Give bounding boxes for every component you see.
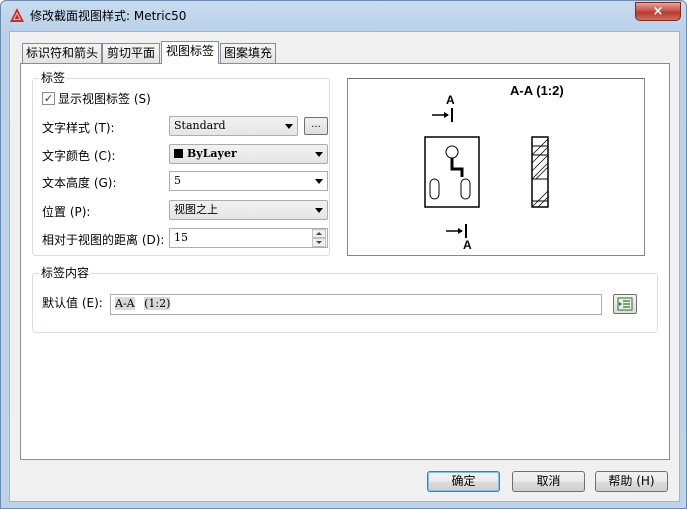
- label-group: 标签 ✓ 显示视图标签 (S) 文字样式 (T): Standard ... 文…: [32, 71, 330, 256]
- position-dropdown[interactable]: 视图之上: [169, 200, 328, 220]
- help-button[interactable]: 帮助 (H): [595, 471, 668, 492]
- window-title: 修改截面视图样式: Metric50: [30, 9, 187, 23]
- text-style-browse-button[interactable]: ...: [304, 117, 328, 135]
- part-section-view: [531, 136, 549, 208]
- tab-identifiers-arrows[interactable]: 标识符和箭头: [22, 43, 102, 63]
- chevron-down-icon: [315, 179, 323, 184]
- position-label: 位置 (P):: [42, 205, 91, 219]
- arrow-right-icon: [432, 108, 453, 122]
- chevron-down-icon: [285, 124, 293, 129]
- part-front-view: [424, 136, 480, 208]
- close-button[interactable]: ×: [635, 2, 681, 21]
- text-style-label: 文字样式 (T):: [42, 121, 115, 135]
- spin-up-button[interactable]: [312, 229, 326, 238]
- color-swatch: [174, 149, 183, 158]
- text-color-dropdown[interactable]: ByLayer: [169, 144, 328, 164]
- dialog-client: 标识符和箭头 剪切平面 视图标签 图案填充 标签 ✓ 显示视图标签 (S) 文字…: [9, 31, 680, 502]
- default-value-field[interactable]: A-A (1:2): [110, 294, 602, 315]
- default-value-part2: (1:2): [144, 297, 171, 310]
- text-height-label: 文本高度 (G):: [42, 176, 117, 190]
- insert-field-icon: [617, 297, 633, 311]
- preview-view-title: A-A (1:2): [510, 83, 564, 98]
- dialog-window: 修改截面视图样式: Metric50 × 标识符和箭头 剪切平面 视图标签 图案…: [0, 0, 687, 509]
- arrow-right-icon: [446, 224, 467, 238]
- text-style-dropdown[interactable]: Standard: [169, 116, 298, 136]
- chevron-down-icon: [315, 152, 323, 157]
- spin-down-button[interactable]: [312, 238, 326, 247]
- distance-input[interactable]: 15: [169, 228, 328, 248]
- default-value-label: 默认值 (E):: [42, 296, 103, 310]
- label-group-title: 标签: [39, 71, 68, 85]
- preview-marker-top: A: [446, 93, 455, 107]
- distance-label: 相对于视图的距离 (D):: [42, 233, 165, 247]
- section-preview-drawing: A-A (1:2) A A: [424, 83, 564, 252]
- preview-panel: A-A (1:2) A A: [347, 78, 645, 256]
- text-color-label: 文字颜色 (C):: [42, 149, 116, 163]
- insert-field-button[interactable]: [613, 294, 637, 314]
- label-content-group-title: 标签内容: [39, 266, 92, 280]
- text-style-value: Standard: [174, 119, 226, 132]
- show-view-label-checkbox[interactable]: ✓: [42, 92, 55, 105]
- cancel-button[interactable]: 取消: [512, 471, 585, 492]
- label-content-group: 标签内容 默认值 (E): A-A (1:2): [32, 266, 658, 333]
- tab-cutting-plane[interactable]: 剪切平面: [102, 43, 160, 63]
- title-bar[interactable]: 修改截面视图样式: Metric50 ×: [1, 1, 686, 29]
- autocad-logo-icon: [10, 8, 24, 22]
- distance-value: 15: [174, 231, 188, 244]
- text-height-combo[interactable]: 5: [169, 171, 328, 191]
- tab-view-label[interactable]: 视图标签: [161, 41, 219, 64]
- text-height-value: 5: [174, 174, 181, 187]
- position-value: 视图之上: [174, 203, 218, 216]
- preview-marker-bottom: A: [463, 238, 472, 252]
- ok-button[interactable]: 确定: [427, 471, 500, 492]
- chevron-down-icon: [315, 208, 323, 213]
- tab-hatch[interactable]: 图案填充: [220, 43, 276, 63]
- text-color-value: ByLayer: [187, 147, 237, 160]
- tab-panel-view-label: 标签 ✓ 显示视图标签 (S) 文字样式 (T): Standard ... 文…: [20, 63, 670, 460]
- show-view-label-text: 显示视图标签 (S): [58, 92, 151, 106]
- default-value-part1: A-A: [115, 297, 135, 310]
